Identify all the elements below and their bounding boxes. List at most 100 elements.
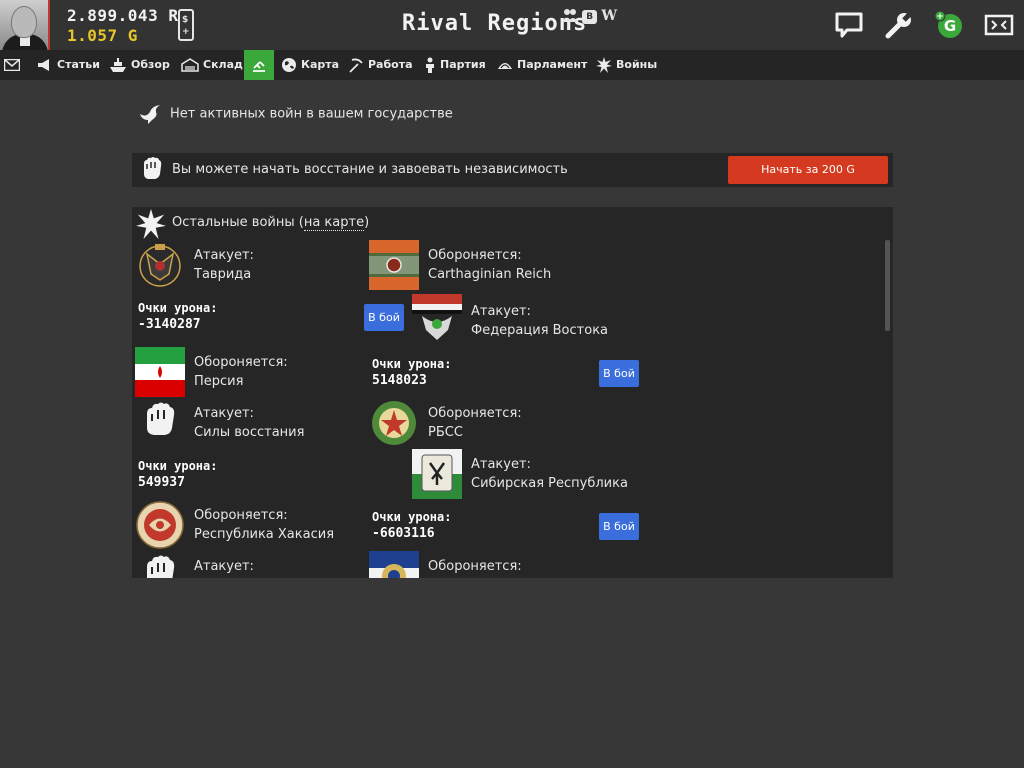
war-3-damage-label: Очки урона: <box>138 459 218 473</box>
war-4-damage-value: -6603116 <box>372 526 435 541</box>
persia-flag[interactable] <box>135 347 185 397</box>
war-4-attacker-label: Атакует: <box>471 457 531 472</box>
avatar[interactable] <box>0 0 50 50</box>
dove-icon <box>140 105 160 124</box>
war-2-defender-name[interactable]: Персия <box>194 374 243 389</box>
menu-label-map: Карта <box>301 58 340 71</box>
on-map-link[interactable]: на карте <box>303 215 365 231</box>
war-1-damage-value: -3140287 <box>138 317 201 332</box>
other-wars-title-suffix: ) <box>364 215 370 230</box>
war-3-damage-value: 549937 <box>138 475 185 490</box>
no-active-wars-notice: Нет активных войн в вашем государстве <box>138 104 453 124</box>
siberian-republic-flag[interactable] <box>412 449 462 499</box>
war-5-defender-label: Обороняется: <box>428 559 522 574</box>
war-4-attacker-name[interactable]: Сибирская Республика <box>471 476 628 491</box>
menu-item-factory[interactable] <box>244 50 274 80</box>
wrench-icon[interactable] <box>884 10 914 40</box>
war-3-attacker-name[interactable]: Силы восстания <box>194 425 304 440</box>
phone-glyph-bottom: + <box>182 27 190 37</box>
menu-item-overview[interactable]: Обзор <box>109 50 170 80</box>
menu-item-map[interactable]: Карта <box>281 50 339 80</box>
phone-icon[interactable]: $ + <box>178 9 194 41</box>
war-1-fight-button[interactable]: В бой <box>364 304 404 331</box>
carthaginian-reich-flag[interactable] <box>369 240 419 290</box>
rebel-fist-icon[interactable] <box>135 551 185 578</box>
phone-glyph-top: $ <box>182 15 189 25</box>
money-gold: 1.057 G <box>67 26 138 45</box>
war-3-attacker-label: Атакует: <box>194 406 254 421</box>
app-logo[interactable]: Rival Regions <box>402 11 587 36</box>
wiki-icon[interactable]: W <box>601 8 617 24</box>
other-wars-panel: Остальные войны (на карте) Атакует: Тавр… <box>132 207 893 578</box>
people-icon[interactable] <box>562 8 578 22</box>
top-header: 2.899.043 R 1.057 G $ + Rival Regions В … <box>0 0 1024 50</box>
war-1-damage-label: Очки урона: <box>138 301 218 315</box>
war-2-attacker-label: Атакует: <box>471 304 531 319</box>
gold-badge-letter: G <box>944 17 956 35</box>
war-1-attacker-label: Атакует: <box>194 248 254 263</box>
war-4-fight-button[interactable]: В бой <box>599 513 639 540</box>
menu-label-party: Партия <box>440 58 486 71</box>
main-menu: Статьи Обзор Склад Карта Работа Партия П… <box>0 50 1024 80</box>
war-4-defender-label: Обороняется: <box>194 508 288 523</box>
chat-icon[interactable] <box>834 10 864 40</box>
war-2-attacker-name[interactable]: Федерация Востока <box>471 323 608 338</box>
start-uprising-button[interactable]: Начать за 200 G <box>728 156 888 184</box>
health-bar <box>48 0 50 50</box>
war-2-damage-value: 5148023 <box>372 373 427 388</box>
social-links: В W <box>562 8 617 24</box>
federation-east-flag[interactable] <box>412 294 462 344</box>
war-5-attacker-label: Атакует: <box>194 559 254 574</box>
explosion-icon <box>596 57 612 73</box>
vk-icon[interactable]: В <box>582 10 598 24</box>
khakassia-coat-of-arms[interactable] <box>135 500 185 550</box>
war-3-defender-name[interactable]: РБСС <box>428 425 463 440</box>
warehouse-icon <box>181 58 199 72</box>
ship-icon <box>110 58 126 72</box>
gold-icon[interactable]: + G <box>934 10 964 40</box>
megaphone-icon <box>38 59 49 71</box>
war-2-damage-label: Очки урона: <box>372 357 452 371</box>
menu-item-parliament[interactable]: Парламент <box>497 50 587 80</box>
pickaxe-icon <box>349 58 363 73</box>
war-2-defender-label: Обороняется: <box>194 355 288 370</box>
fullscreen-icon[interactable] <box>984 10 1014 40</box>
war-4-damage-label: Очки урона: <box>372 510 452 524</box>
money-rivals: 2.899.043 R <box>67 6 179 25</box>
war-1-defender-label: Обороняется: <box>428 248 522 263</box>
menu-label-work: Работа <box>368 58 413 71</box>
person-icon <box>426 57 434 73</box>
factory-icon <box>253 61 265 72</box>
menu-label-storage: Склад <box>203 58 243 71</box>
rbss-coat-of-arms[interactable] <box>369 398 419 448</box>
war-2-fight-button[interactable]: В бой <box>599 360 639 387</box>
other-wars-title: Остальные войны (на карте) <box>172 215 370 231</box>
scrollbar[interactable] <box>885 240 890 331</box>
menu-label-articles: Статьи <box>57 58 100 71</box>
other-wars-title-prefix: Остальные войны ( <box>172 215 304 230</box>
war-1-defender-name[interactable]: Carthaginian Reich <box>428 267 551 282</box>
war-5-defender-flag[interactable] <box>369 551 419 578</box>
svg-text:+: + <box>936 12 944 22</box>
menu-label-parliament: Парламент <box>517 58 588 71</box>
menu-item-articles[interactable]: Статьи <box>37 50 100 80</box>
menu-item-storage[interactable]: Склад <box>181 50 243 80</box>
menu-label-overview: Обзор <box>131 58 170 71</box>
menu-item-messages[interactable] <box>3 50 26 80</box>
no-war-text: Нет активных войн в вашем государстве <box>170 106 453 122</box>
war-1-attacker-name[interactable]: Таврида <box>194 267 251 282</box>
parliament-icon <box>498 63 512 69</box>
menu-item-wars[interactable]: Войны <box>596 50 657 80</box>
war-4-defender-name[interactable]: Республика Хакасия <box>194 527 334 542</box>
explosion-icon <box>136 209 166 239</box>
envelope-icon <box>3 58 21 72</box>
globe-icon <box>282 58 296 72</box>
fist-icon <box>144 157 162 184</box>
uprising-text: Вы можете начать восстание и завоевать н… <box>172 162 568 177</box>
menu-item-party[interactable]: Партия <box>424 50 486 80</box>
war-3-defender-label: Обороняется: <box>428 406 522 421</box>
uprising-panel: Вы можете начать восстание и завоевать н… <box>132 153 893 187</box>
tavrida-coat-of-arms[interactable] <box>135 240 185 290</box>
rebel-fist-icon[interactable] <box>135 398 185 448</box>
menu-item-work[interactable]: Работа <box>348 50 413 80</box>
